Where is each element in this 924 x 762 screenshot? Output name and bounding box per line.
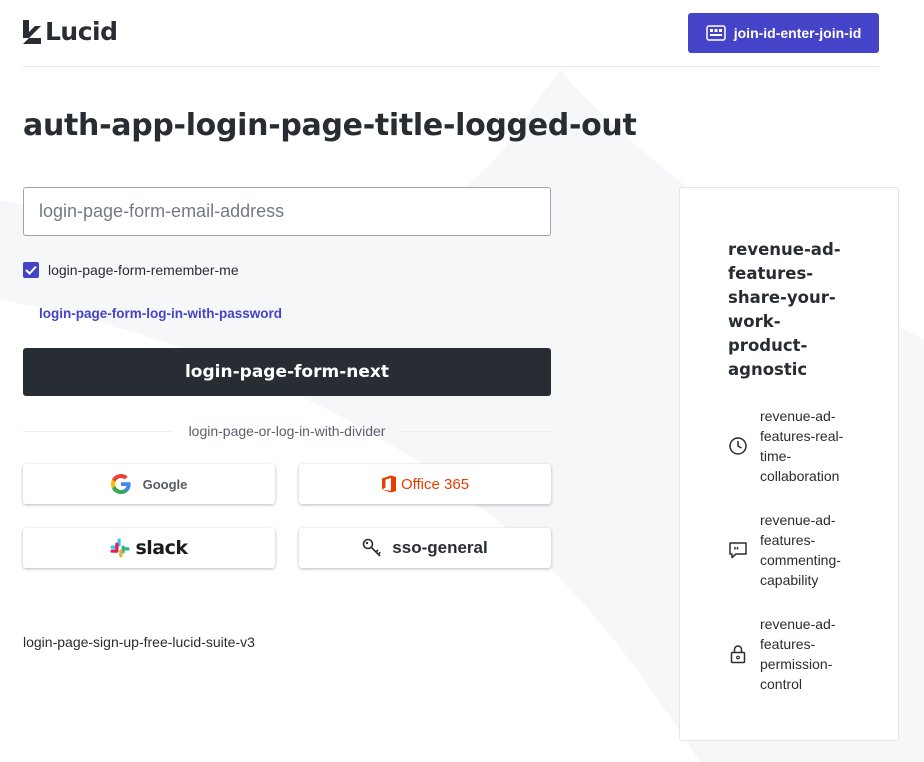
- join-with-id-button[interactable]: join-id-enter-join-id: [688, 13, 879, 53]
- join-button-label: join-id-enter-join-id: [733, 25, 862, 41]
- sso-general-label: sso-general: [392, 538, 488, 557]
- feature-text: revenue-ad-features-permission-control: [760, 616, 836, 692]
- feature-item-collaboration: revenue-ad-features-real-time-collaborat…: [728, 406, 858, 486]
- google-label: Google: [142, 476, 188, 492]
- page-title: auth-app-login-page-title-logged-out: [23, 108, 637, 143]
- sso-login-button[interactable]: sso-general: [299, 528, 551, 568]
- header-divider: [23, 66, 879, 67]
- feature-item-permissions: revenue-ad-features-permission-control: [728, 614, 858, 694]
- lock-icon: [728, 644, 760, 664]
- next-button[interactable]: login-page-form-next: [23, 348, 551, 396]
- logo-wordmark: Lucid: [45, 17, 118, 46]
- checkmark-icon: [25, 265, 37, 275]
- slack-label: slack: [135, 537, 188, 559]
- office-icon: [381, 475, 396, 493]
- feature-text: revenue-ad-features-real-time-collaborat…: [760, 408, 844, 484]
- slack-login-button[interactable]: slack: [23, 528, 275, 568]
- office365-login-button[interactable]: Office 365: [299, 464, 551, 504]
- divider-line-left: [23, 430, 173, 432]
- comment-icon: [728, 540, 760, 560]
- key-icon: [362, 538, 382, 557]
- card-title: revenue-ad-features-share-your-work-prod…: [728, 240, 841, 379]
- google-login-button[interactable]: Google: [23, 464, 275, 504]
- office365-label: Office 365: [400, 475, 470, 493]
- remember-me-row: login-page-form-remember-me: [23, 261, 239, 278]
- or-divider: login-page-or-log-in-with-divider: [23, 422, 551, 440]
- slack-icon: [110, 538, 130, 558]
- lucid-mark-icon: [23, 20, 41, 44]
- feature-item-commenting: revenue-ad-features-commenting-capabilit…: [728, 510, 858, 590]
- google-icon: [110, 474, 131, 494]
- divider-text: login-page-or-log-in-with-divider: [188, 423, 386, 439]
- email-input[interactable]: [23, 187, 551, 236]
- lucid-logo[interactable]: Lucid: [23, 18, 118, 46]
- remember-me-label[interactable]: login-page-form-remember-me: [48, 262, 239, 278]
- keypad-icon: [705, 25, 726, 41]
- remember-me-checkbox[interactable]: [23, 261, 39, 278]
- signup-link[interactable]: login-page-sign-up-free-lucid-suite-v3: [23, 634, 255, 650]
- features-card: revenue-ad-features-share-your-work-prod…: [679, 187, 899, 741]
- feature-text: revenue-ad-features-commenting-capabilit…: [760, 512, 841, 588]
- clock-icon: [728, 436, 760, 456]
- divider-line-right: [401, 430, 551, 432]
- log-in-with-password-link[interactable]: login-page-form-log-in-with-password: [39, 306, 282, 321]
